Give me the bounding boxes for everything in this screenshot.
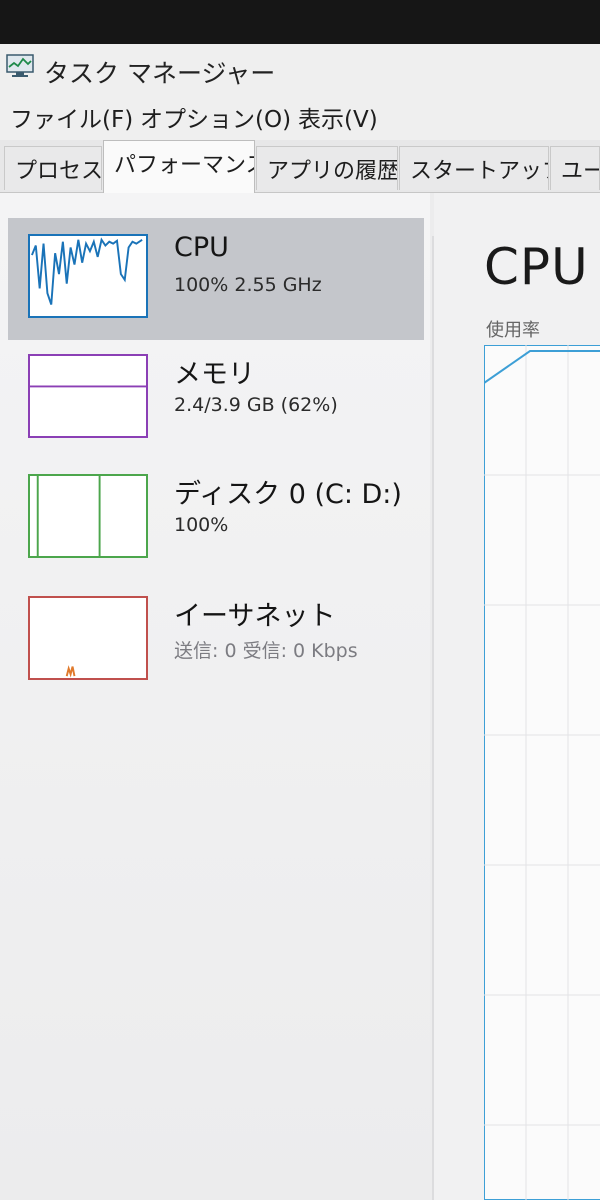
cpu-name: CPU bbox=[174, 232, 229, 263]
detail-title: CPU bbox=[484, 238, 589, 296]
menu-view[interactable]: 表示(V) bbox=[298, 100, 378, 134]
usage-label: 使用率 bbox=[486, 320, 540, 341]
disk-thumbnail-graph bbox=[28, 474, 148, 558]
menu-file[interactable]: ファイル(F) bbox=[10, 100, 133, 134]
tab-startup[interactable]: スタートアップ bbox=[399, 146, 549, 190]
cpu-detail: 100% 2.55 GHz bbox=[174, 274, 322, 296]
screen-top-bezel bbox=[0, 0, 600, 44]
window-title: タスク マネージャー bbox=[44, 59, 276, 88]
resource-item-ethernet[interactable]: イーサネット 送信: 0 受信: 0 Kbps bbox=[8, 580, 424, 702]
tab-app-history[interactable]: アプリの履歴 bbox=[256, 146, 398, 190]
tab-processes[interactable]: プロセス bbox=[4, 146, 102, 190]
task-manager-icon bbox=[6, 54, 34, 77]
cpu-thumbnail-graph bbox=[28, 234, 148, 318]
disk-name: ディスク 0 (C: D:) bbox=[174, 479, 402, 510]
resource-item-memory[interactable]: メモリ 2.4/3.9 GB (62%) bbox=[8, 338, 424, 460]
tab-users[interactable]: ユー bbox=[550, 146, 600, 190]
ethernet-detail: 送信: 0 受信: 0 Kbps bbox=[174, 640, 358, 662]
tab-performance[interactable]: パフォーマンス bbox=[103, 140, 255, 193]
cpu-usage-graph bbox=[484, 345, 600, 1200]
menu-options[interactable]: オプション(O) bbox=[140, 100, 291, 134]
resource-item-cpu[interactable]: CPU 100% 2.55 GHz bbox=[8, 218, 424, 340]
disk-detail: 100% bbox=[174, 514, 229, 536]
resource-item-disk[interactable]: ディスク 0 (C: D:) 100% bbox=[8, 458, 424, 580]
ethernet-thumbnail-graph bbox=[28, 596, 148, 680]
memory-name: メモリ bbox=[174, 359, 255, 390]
memory-thumbnail-graph bbox=[28, 354, 148, 438]
ethernet-name: イーサネット bbox=[174, 601, 336, 632]
memory-detail: 2.4/3.9 GB (62%) bbox=[174, 394, 338, 416]
